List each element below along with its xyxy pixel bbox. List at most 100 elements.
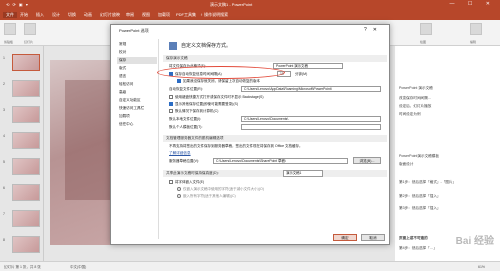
autorecover-location-label: 自动恢复文件位置(R): [169, 87, 203, 91]
nav-general[interactable]: 常规 [117, 41, 157, 48]
tab-review[interactable]: 审阅 [126, 12, 134, 18]
no-backstage-checkbox[interactable] [169, 95, 173, 100]
tab-view[interactable]: 视图 [142, 12, 150, 18]
autorecover-location-input[interactable]: C:\Users\Lenovo\AppData\Roaming\Microsof… [241, 86, 381, 92]
slide-thumbnail-3[interactable] [12, 106, 40, 123]
default-computer-checkbox[interactable] [169, 109, 173, 114]
dialog-title: PowerPoint 选项 [119, 28, 149, 33]
show-more-checkbox[interactable] [169, 102, 173, 107]
learn-more-link[interactable]: 了解详细信息 [169, 151, 191, 156]
tab-transitions[interactable]: 切换 [68, 12, 76, 18]
no-backstage-label: 使用键盘快捷方式打开或保存文件时不显示 Backstage(S) [175, 95, 264, 99]
group-editing-label: 编辑 [470, 40, 477, 44]
tab-file[interactable]: 文件 [3, 12, 17, 18]
language-indicator[interactable]: 中文(中国) [70, 265, 86, 270]
close-icon[interactable]: ✕ [373, 27, 383, 33]
tab-slideshow[interactable]: 幻灯片放映 [100, 12, 120, 18]
personal-template-input[interactable] [241, 124, 381, 130]
page-heading: 自定义文档保存方式。 [169, 39, 231, 53]
help-icon[interactable]: ? [364, 27, 373, 33]
shapes-button[interactable] [420, 23, 432, 35]
pane-line: 第2步：然后选择「插入」 [399, 194, 441, 198]
default-computer-label: 默认情况下保存到计算机(C) [175, 109, 219, 113]
browse-button[interactable]: 浏览(B)... [353, 157, 381, 164]
keep-last-checkbox[interactable] [177, 79, 181, 84]
slide-thumbnail-5[interactable] [12, 158, 40, 175]
group-slides-label: 幻灯片 [24, 40, 34, 44]
tab-addins[interactable]: 加载项 [158, 12, 170, 18]
nav-advanced[interactable]: 高级 [117, 89, 157, 96]
cancel-button[interactable]: 取消 [361, 234, 385, 241]
nav-layout[interactable]: 版式 [117, 65, 157, 72]
zoom-level[interactable]: 61% [478, 265, 485, 269]
nav-language[interactable]: 语言 [117, 73, 157, 80]
minutes-unit-label: 分钟(M) [295, 72, 308, 76]
slide-thumbnail-2[interactable] [12, 80, 40, 97]
slide-thumbnail-1[interactable] [12, 54, 40, 71]
no-backstage-row: 使用键盘快捷方式打开或保存文件时不显示 Backstage(S) [169, 95, 263, 100]
tell-me-search[interactable]: ♀ 操作说明搜索 [200, 12, 228, 18]
pane-line: PowerPoint演示文稿模板 [399, 154, 439, 158]
local-location-label: 默认本地文件位置(I): [169, 117, 202, 121]
window-title: 演示文稿1 - PowerPoint [210, 2, 253, 7]
tab-pdf-tools[interactable]: PDF工具集 [176, 12, 196, 18]
options-nav: 常规 校对 保存 版式 语言 轻松访问 高级 自定义功能区 快速访问工具栏 加载… [115, 39, 159, 239]
nav-accessibility[interactable]: 轻松访问 [117, 81, 157, 88]
nav-save[interactable]: 保存 [117, 57, 157, 64]
slide-number: 2 [3, 82, 5, 86]
tab-animations[interactable]: 动画 [84, 12, 92, 18]
slide-thumbnail-8[interactable] [12, 236, 40, 253]
save-format-select[interactable]: PowerPoint 演示文稿 [273, 63, 343, 69]
embed-option-2: 嵌入所有字符(适于其他人编辑)(C) [177, 194, 236, 199]
pane-line: 时间设定为例 [399, 112, 421, 116]
powerpoint-options-dialog: PowerPoint 选项 ?✕ 常规 校对 保存 版式 语言 轻松访问 高级 … [110, 24, 390, 245]
status-bar: 幻灯片 第 1 张，共 8 张 中文(中国) 61% [0, 261, 500, 271]
embed-subset-label: 仅嵌入演示文稿中使用的字符(适于减小文件大小)(O) [183, 187, 264, 191]
nav-proofing[interactable]: 校对 [117, 49, 157, 56]
embed-all-radio[interactable] [177, 194, 181, 199]
tab-insert[interactable]: 插入 [36, 12, 44, 18]
show-more-label: 显示其他保存位置(即使可能需要登录)(S) [175, 102, 238, 106]
dialog-controls: ?✕ [364, 27, 383, 33]
embed-subset-radio[interactable] [177, 187, 181, 192]
watermark-logo: Bai 经验 [455, 236, 494, 247]
embed-all-label: 嵌入所有字符(适于其他人编辑)(C) [183, 194, 236, 198]
embed-fonts-label: 将字体嵌入文件(E) [175, 180, 205, 184]
new-slide-button[interactable] [24, 23, 36, 35]
slide-number: 8 [3, 238, 5, 242]
pane-line: 第3步：然后选择「插入」 [399, 206, 441, 210]
quick-access-toolbar[interactable]: ⟲ ⟳ ▣ ▾ [6, 2, 29, 7]
nav-quick-access[interactable]: 快速访问工具栏 [117, 105, 157, 112]
embed-option-1: 仅嵌入演示文稿中使用的字符(适于减小文件大小)(O) [177, 187, 264, 192]
slide-number: 6 [3, 186, 5, 190]
pane-line: 版面设计 [399, 162, 414, 166]
ribbon-tabs: 文件 开始 插入 设计 切换 动画 幻灯片放映 审阅 视图 加载项 PDF工具集… [0, 10, 500, 20]
slide-thumbnail-7[interactable] [12, 210, 40, 227]
tab-home[interactable]: 开始 [20, 12, 28, 18]
slide-number: 4 [3, 134, 5, 138]
local-location-input[interactable]: C:\Users\Lenovo\Documents\ [241, 116, 381, 122]
pane-line: 第4步：然后选择「…」 [399, 246, 437, 250]
embed-fonts-checkbox[interactable] [169, 180, 173, 185]
nav-trust-center[interactable]: 信任中心 [117, 121, 157, 128]
slide-thumbnail-4[interactable] [12, 132, 40, 149]
fidelity-file-select[interactable]: 演示文稿1 [283, 170, 323, 177]
pane-line: 页面上或不可遗的 [399, 236, 428, 240]
tab-design[interactable]: 设计 [52, 12, 60, 18]
window-controls[interactable]: — ☐ ✕ [450, 1, 496, 7]
paste-button[interactable] [4, 23, 16, 35]
slide-number: 1 [3, 56, 5, 60]
group-drawing-label: 绘图 [420, 40, 427, 44]
offline-description: 不再支持将签出的文件保存到服务器草稿，签出的文件现在将保存到 Office 文档… [169, 144, 303, 148]
keep-last-label: 如果我没保存就关闭，请保留上次自动恢复的版本 [183, 79, 260, 83]
server-draft-input[interactable]: C:\Users\Lenovo\Documents\SharePoint 草稿\ [213, 158, 348, 164]
find-button[interactable] [470, 23, 482, 35]
nav-customize-ribbon[interactable]: 自定义功能区 [117, 97, 157, 104]
slide-thumbnail-pane: 1 2 3 4 5 6 7 8 [0, 46, 44, 261]
title-bar: ⟲ ⟳ ▣ ▾ 演示文稿1 - PowerPoint — ☐ ✕ [0, 0, 500, 10]
ok-button[interactable]: 确定 [333, 234, 357, 241]
slide-number: 3 [3, 108, 5, 112]
nav-addins[interactable]: 加载项 [117, 113, 157, 120]
slide-thumbnail-6[interactable] [12, 184, 40, 201]
slide-number: 7 [3, 212, 5, 216]
